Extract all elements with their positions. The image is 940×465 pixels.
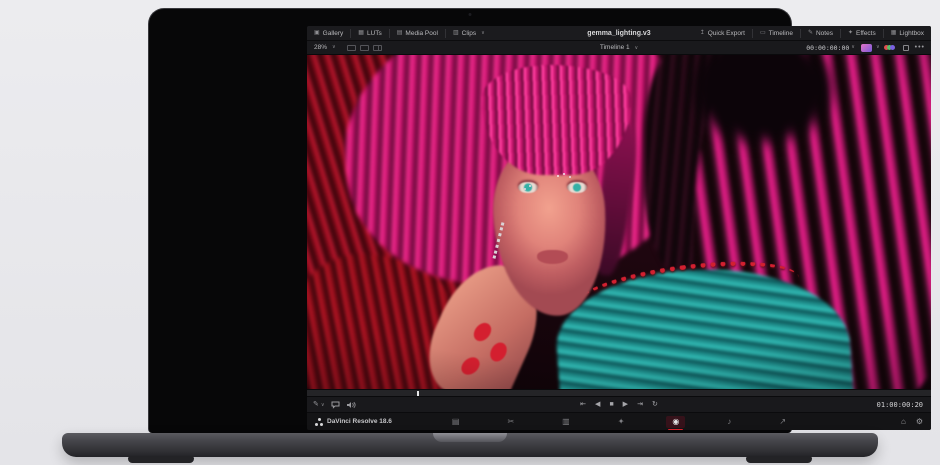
webcam-icon xyxy=(469,13,472,16)
page-tab-color[interactable]: ◉ xyxy=(666,416,685,428)
notes-icon: ✎ xyxy=(808,30,813,36)
toolbar-left-group: ▣ Gallery ▦ LUTs ▤ Media Pool xyxy=(307,26,492,40)
chevron-down-icon: ∨ xyxy=(634,45,638,51)
page-tab-cut[interactable]: ✂ xyxy=(501,416,520,428)
desktop-background: ▣ Gallery ▦ LUTs ▤ Media Pool xyxy=(0,0,940,465)
transport-bar: ✎∨ ⇤ ◀ ■ ▶ ⇥ ↻ xyxy=(307,397,931,413)
footer-right-icons: ⌂ ⚙ xyxy=(901,417,923,426)
clips-button[interactable]: ▥ Clips ∨ xyxy=(446,26,492,40)
note-bubble-icon[interactable] xyxy=(331,401,340,409)
loop-button[interactable]: ↻ xyxy=(652,401,658,408)
lightbox-label: Lightbox xyxy=(899,30,924,37)
chevron-down-icon: ∨ xyxy=(481,31,485,36)
home-icon[interactable]: ⌂ xyxy=(901,417,906,426)
app-brand: DaVinci Resolve 18.6 xyxy=(315,418,392,426)
draw-annotation-button[interactable]: ✎∨ xyxy=(313,401,325,408)
speaker-icon[interactable] xyxy=(346,401,356,409)
chevron-down-icon: ∨ xyxy=(321,402,325,408)
page-tab-fusion[interactable]: ✦ xyxy=(612,416,631,428)
macbook-base xyxy=(62,433,878,457)
davinci-resolve-logo-icon xyxy=(315,418,323,426)
page-tab-media[interactable]: ▤ xyxy=(446,416,466,428)
skip-to-last-button[interactable]: ⇥ xyxy=(637,401,643,408)
app-version-label: DaVinci Resolve 18.6 xyxy=(327,418,392,425)
page-tab-edit[interactable]: ▥ xyxy=(556,416,576,428)
clips-icon: ▥ xyxy=(453,30,459,36)
quick-export-button[interactable]: ↥ Quick Export xyxy=(693,26,752,40)
quick-export-label: Quick Export xyxy=(708,30,745,37)
davinci-resolve-window: ▣ Gallery ▦ LUTs ▤ Media Pool xyxy=(307,26,931,430)
current-timecode: 01:00:00:20 xyxy=(877,401,923,409)
macbook-foot xyxy=(746,456,812,463)
luts-icon: ▦ xyxy=(358,30,364,36)
top-toolbar: ▣ Gallery ▦ LUTs ▤ Media Pool xyxy=(307,26,931,41)
pencil-icon: ✎ xyxy=(313,401,319,408)
page-tab-fairlight[interactable]: ♪ xyxy=(721,416,737,428)
timeline-button[interactable]: ▭ Timeline xyxy=(753,26,800,40)
transport-controls: ⇤ ◀ ■ ▶ ⇥ ↻ xyxy=(580,401,658,408)
quick-export-icon: ↥ xyxy=(700,30,705,36)
timeline-name: Timeline 1 xyxy=(600,44,630,51)
gallery-icon: ▣ xyxy=(314,30,320,36)
timeline-label: Timeline xyxy=(769,30,793,37)
clips-label: Clips xyxy=(462,30,476,37)
media-pool-icon: ▤ xyxy=(397,30,403,36)
gallery-button[interactable]: ▣ Gallery xyxy=(307,26,350,40)
luts-button[interactable]: ▦ LUTs xyxy=(351,26,388,40)
play-button[interactable]: ▶ xyxy=(623,401,628,408)
media-pool-label: Media Pool xyxy=(405,30,438,37)
gallery-label: Gallery xyxy=(323,30,344,37)
effects-icon: ✦ xyxy=(848,30,853,36)
macbook-lid: ▣ Gallery ▦ LUTs ▤ Media Pool xyxy=(148,8,792,433)
stop-button[interactable]: ■ xyxy=(609,401,613,408)
notes-button[interactable]: ✎ Notes xyxy=(801,26,840,40)
effects-button[interactable]: ✦ Effects xyxy=(841,26,883,40)
page-navigation-bar: DaVinci Resolve 18.6 ▤ ✂ ▥ ✦ ◉ ♪ ↗ ⌂ ⚙ xyxy=(307,413,931,430)
viewer-toolbar: 28% ∨ Timeline 1 ∨ 00:00:00:00 ∨ ∨ xyxy=(307,41,931,55)
luts-label: LUTs xyxy=(367,30,382,37)
timeline-icon: ▭ xyxy=(760,30,766,36)
timeline-select[interactable]: Timeline 1 ∨ xyxy=(307,44,931,51)
play-reverse-button[interactable]: ◀ xyxy=(595,401,600,408)
notes-label: Notes xyxy=(816,30,833,37)
timeline-scrubber[interactable] xyxy=(307,389,931,397)
page-tab-deliver[interactable]: ↗ xyxy=(773,416,792,428)
lid-lift-notch xyxy=(433,433,507,442)
annotation-tools: ✎∨ xyxy=(313,401,356,409)
vignette-overlay xyxy=(307,55,931,389)
color-viewer[interactable] xyxy=(307,55,931,389)
lightbox-icon: ▦ xyxy=(891,30,897,36)
toolbar-right-group: ↥ Quick Export ▭ Timeline ✎ Notes xyxy=(693,26,931,40)
macbook-foot xyxy=(128,456,194,463)
effects-label: Effects xyxy=(856,30,876,37)
media-pool-button[interactable]: ▤ Media Pool xyxy=(390,26,445,40)
page-tabs: ▤ ✂ ▥ ✦ ◉ ♪ ↗ xyxy=(446,416,792,428)
lightbox-button[interactable]: ▦ Lightbox xyxy=(884,26,931,40)
playhead-marker[interactable] xyxy=(417,391,419,396)
gear-icon[interactable]: ⚙ xyxy=(916,417,923,426)
skip-to-first-button[interactable]: ⇤ xyxy=(580,401,586,408)
